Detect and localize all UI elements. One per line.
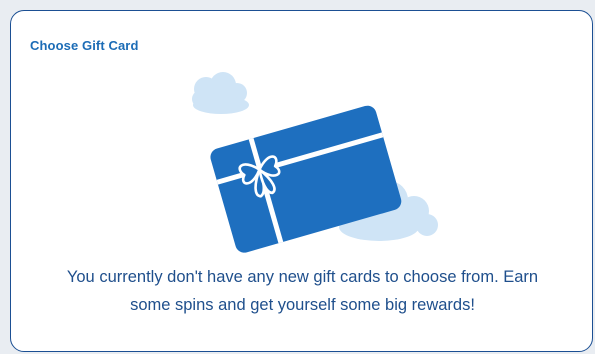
panel-title: Choose Gift Card — [30, 38, 139, 53]
empty-state-message-line: some spins and get yourself some big rew… — [130, 296, 475, 314]
gift-card-illustration — [192, 72, 438, 253]
choose-gift-card-panel: Choose Gift Card You currently don't hav… — [10, 10, 593, 352]
empty-state-message-line: You currently don't have any new gift ca… — [66, 268, 539, 286]
empty-state-message: You currently don't have any new gift ca… — [11, 263, 592, 319]
cloud-icon — [192, 72, 249, 114]
